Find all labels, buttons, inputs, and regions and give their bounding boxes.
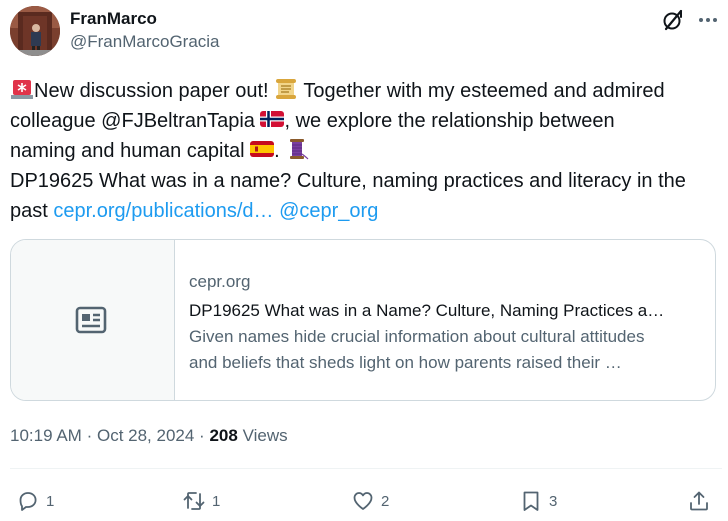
display-name[interactable]: FranMarco (70, 8, 220, 30)
avatar-image (10, 6, 60, 56)
share-button[interactable] (687, 487, 711, 515)
post: FranMarco @FranMarcoGracia New discussio… (0, 0, 728, 521)
repost-count: 1 (212, 492, 221, 510)
link-preview-card[interactable]: cepr.org DP19625 What was in a Name? Cul… (10, 239, 716, 401)
bookmark-button[interactable]: 3 (519, 487, 557, 515)
post-line-5-text: past (10, 200, 48, 222)
thread-spool-emoji (285, 138, 309, 160)
grok-icon[interactable] (661, 8, 685, 32)
article-icon (74, 303, 108, 337)
reply-count: 1 (46, 492, 55, 510)
spain-flag-emoji (250, 138, 275, 160)
repost-icon (183, 492, 205, 510)
bookmark-icon (523, 491, 539, 511)
like-button[interactable]: 2 (351, 487, 389, 515)
post-line-2: colleague @FJBeltranTapia , we explore t… (10, 106, 722, 136)
author-block[interactable]: FranMarco @FranMarcoGracia (70, 8, 220, 54)
more-options-icon[interactable] (696, 8, 720, 32)
post-meta: 10:19 AM · Oct 28, 2024 · 208 Views (10, 424, 288, 448)
divider (10, 468, 722, 469)
post-line-2-text-b: , we explore the relationship between (284, 110, 615, 132)
user-handle[interactable]: @FranMarcoGracia (70, 30, 220, 54)
card-domain: cepr.org (189, 272, 251, 291)
bookmark-count: 3 (549, 492, 558, 510)
rotating-light-emoji (10, 78, 34, 100)
reply-icon (19, 492, 37, 511)
post-time[interactable]: 10:19 AM (10, 426, 82, 445)
views-count: 208 (209, 426, 238, 445)
repost-button[interactable]: 1 (182, 487, 220, 515)
share-icon (690, 491, 708, 511)
meta-separator: · (86, 426, 93, 445)
norway-flag-emoji (260, 108, 285, 130)
card-thumbnail[interactable] (11, 240, 175, 400)
card-title: DP19625 What was in a Name? Culture, Nam… (189, 301, 665, 320)
post-line-2-text-a: colleague @FJBeltranTapia (10, 110, 255, 132)
post-line-1-text-a: New discussion paper out! (34, 80, 269, 102)
post-line-3-period: . (274, 140, 280, 162)
heart-icon (353, 492, 373, 510)
card-description-line-2: and beliefs that sheds light on how pare… (189, 353, 622, 372)
card-text[interactable]: cepr.org DP19625 What was in a Name? Cul… (189, 270, 704, 376)
mention-link[interactable]: @cepr_org (279, 200, 378, 222)
reply-button[interactable]: 1 (16, 487, 54, 515)
post-url-link[interactable]: cepr.org/publications/d… (53, 200, 273, 222)
meta-separator: · (199, 426, 205, 445)
card-description-line-1: Given names hide crucial information abo… (189, 327, 645, 346)
post-line-5: past cepr.org/publications/d… @cepr_org (10, 196, 722, 226)
post-text: New discussion paper out! Together with … (10, 76, 722, 226)
post-line-4: DP19625 What was in a name? Culture, nam… (10, 170, 686, 192)
post-date[interactable]: Oct 28, 2024 (97, 426, 194, 445)
like-count: 2 (381, 492, 390, 510)
post-line-1-text-b: Together with my esteemed and admired (303, 80, 665, 102)
views-label: Views (242, 426, 288, 445)
scroll-emoji (274, 78, 298, 100)
avatar[interactable] (10, 6, 60, 56)
post-line-3-text: naming and human capital (10, 140, 245, 162)
post-line-1: New discussion paper out! Together with … (10, 76, 722, 106)
post-line-3: naming and human capital . (10, 136, 722, 166)
